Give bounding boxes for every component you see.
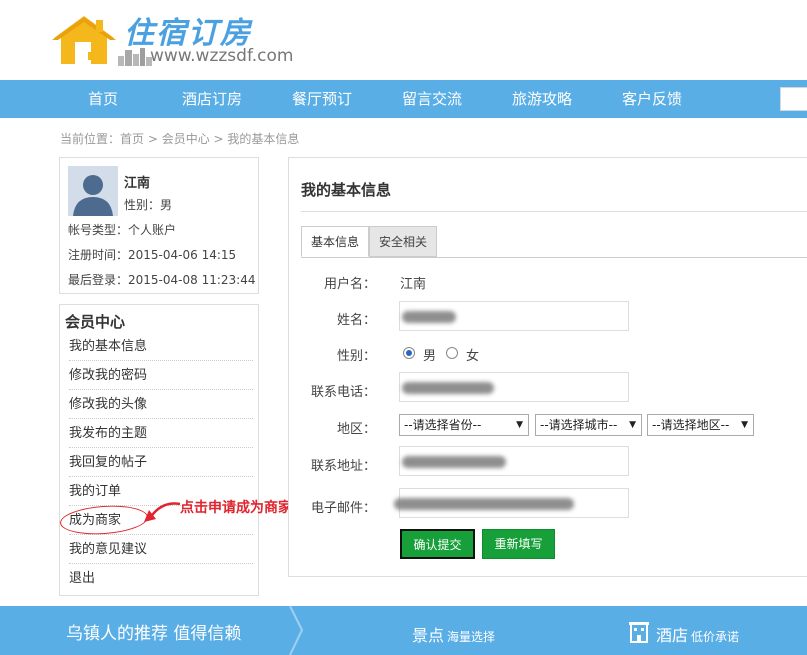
email-field[interactable]	[394, 488, 629, 518]
province-select[interactable]: --请选择省份-- ▼	[399, 414, 529, 436]
menu-item-my-topics[interactable]: 我发布的主题	[69, 419, 253, 448]
logo-url: www.wzzsdf.com	[150, 46, 294, 66]
footer-spots[interactable]: 景点 海量选择	[412, 622, 495, 646]
hotel-icon	[629, 622, 649, 643]
menu-item-my-replies[interactable]: 我回复的帖子	[69, 448, 253, 477]
profile-card: 江南 性别：男 帐号类型：个人账户 注册时间：2015-04-06 14:15 …	[59, 157, 259, 294]
name-label: 姓名：	[336, 313, 376, 328]
district-select[interactable]: --请选择地区-- ▼	[647, 414, 754, 436]
menu-item-basic-info[interactable]: 我的基本信息	[69, 332, 253, 361]
profile-name: 江南	[124, 176, 151, 191]
breadcrumb: 当前位置：首页 > 会员中心 > 我的基本信息	[60, 130, 299, 147]
footer-hotel[interactable]: 酒店 低价承诺	[656, 622, 739, 646]
annotation-arrow-icon	[144, 502, 181, 522]
chevron-down-icon: ▼	[741, 420, 748, 430]
nav-feedback[interactable]: 客户反馈	[622, 80, 682, 118]
divider	[301, 211, 807, 212]
nav-message[interactable]: 留言交流	[402, 80, 462, 118]
footer-hotel-sub: 低价承诺	[691, 630, 740, 644]
footer-bar: 乌镇人的推荐 值得信赖 景点 海量选择 酒店 低价承诺	[0, 606, 807, 655]
district-select-value: --请选择地区--	[652, 418, 730, 432]
city-select-value: --请选择城市--	[540, 418, 618, 432]
breadcrumb-separator: >	[144, 132, 162, 146]
breadcrumb-home[interactable]: 首页	[120, 132, 144, 146]
menu-item-suggestions[interactable]: 我的意见建议	[69, 535, 253, 564]
address-field[interactable]	[399, 446, 629, 476]
member-center-menu: 会员中心 我的基本信息 修改我的密码 修改我的头像 我发布的主题 我回复的帖子 …	[59, 304, 259, 596]
breadcrumb-current: 我的基本信息	[227, 132, 300, 146]
tab-security[interactable]: 安全相关	[369, 226, 438, 257]
menu-item-change-avatar[interactable]: 修改我的头像	[69, 390, 253, 419]
footer-slogan: 乌镇人的推荐 值得信赖	[66, 624, 242, 644]
breadcrumb-prefix: 当前位置：	[60, 132, 121, 146]
redacted-value	[402, 382, 494, 394]
menu-title: 会员中心	[65, 313, 126, 331]
footer-spots-sub: 海量选择	[447, 630, 496, 644]
breadcrumb-member[interactable]: 会员中心	[162, 132, 210, 146]
nav-restaurant[interactable]: 餐厅预订	[292, 80, 352, 118]
name-field[interactable]	[399, 301, 629, 331]
tabs-underline	[301, 257, 807, 258]
profile-gender: 男	[160, 198, 173, 212]
username-value: 江南	[400, 277, 427, 292]
reset-button[interactable]: 重新填写	[482, 529, 555, 559]
gender-female-label: 女	[466, 349, 480, 364]
redacted-value	[394, 498, 574, 510]
email-label: 电子邮件：	[310, 501, 376, 516]
submit-button[interactable]: 确认提交	[400, 529, 475, 559]
menu-item-logout[interactable]: 退出	[69, 564, 253, 593]
register-time: 2015-04-06 14:15	[128, 248, 237, 262]
address-label: 联系地址：	[310, 459, 376, 474]
gender-male-radio[interactable]	[403, 347, 415, 359]
chevron-down-icon: ▼	[629, 420, 636, 430]
chevron-right-icon	[289, 606, 304, 655]
account-type-label: 帐号类型：	[68, 223, 129, 237]
basic-info-panel: 我的基本信息 基本信息 安全相关 用户名： 江南 姓名： 性别： 男 女 联系电…	[288, 157, 807, 577]
annotation-text: 点击申请成为商家	[180, 500, 292, 516]
redacted-value	[402, 311, 456, 323]
username-label: 用户名：	[323, 277, 376, 292]
main-nav: 首页 酒店订房 餐厅预订 留言交流 旅游攻略 客户反馈	[0, 80, 807, 118]
city-select[interactable]: --请选择城市-- ▼	[535, 414, 642, 436]
phone-field[interactable]	[399, 372, 629, 402]
panel-title: 我的基本信息	[301, 181, 392, 199]
avatar	[68, 166, 118, 216]
register-time-label: 注册时间：	[68, 248, 129, 262]
menu-item-change-password[interactable]: 修改我的密码	[69, 361, 253, 390]
last-login: 2015-04-08 11:23:44	[128, 273, 256, 287]
site-header: 住宿订房 www.wzzsdf.com	[0, 0, 807, 80]
last-login-label: 最后登录：	[68, 273, 129, 287]
phone-label: 联系电话：	[310, 385, 376, 400]
footer-hotel-label: 酒店	[656, 626, 689, 645]
chevron-down-icon: ▼	[516, 420, 523, 430]
region-label: 地区：	[336, 422, 376, 437]
footer-spots-label: 景点	[412, 626, 445, 645]
province-select-value: --请选择省份--	[404, 418, 482, 432]
house-logo-icon[interactable]	[52, 14, 118, 66]
redacted-value	[402, 456, 506, 468]
breadcrumb-separator: >	[209, 132, 228, 146]
profile-gender-label: 性别：	[124, 198, 161, 212]
search-input[interactable]	[780, 87, 807, 111]
tab-basic-info[interactable]: 基本信息	[301, 226, 370, 257]
account-type: 个人账户	[128, 223, 177, 237]
nav-travel-guide[interactable]: 旅游攻略	[512, 80, 572, 118]
gender-label: 性别：	[336, 349, 376, 364]
gender-female-radio[interactable]	[446, 347, 458, 359]
nav-hotel-booking[interactable]: 酒店订房	[182, 80, 242, 118]
gender-male-label: 男	[423, 349, 437, 364]
nav-home[interactable]: 首页	[88, 80, 118, 118]
